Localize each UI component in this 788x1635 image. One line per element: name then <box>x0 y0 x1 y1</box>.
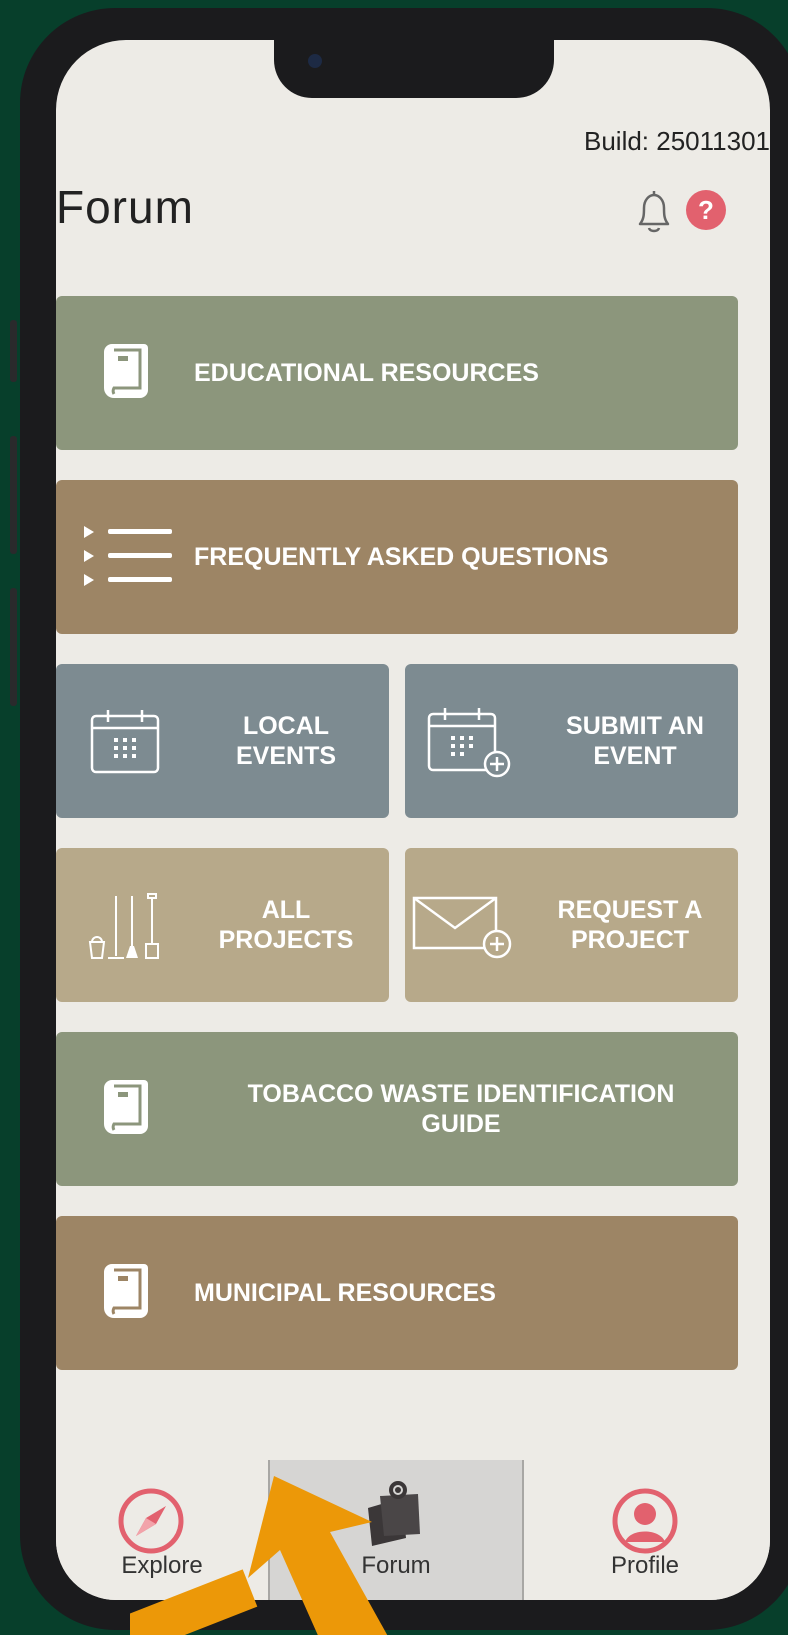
camera <box>308 54 322 68</box>
local-events-line1: LOCAL <box>242 712 330 740</box>
build-number: Build: 25011301 <box>583 126 770 156</box>
bell-icon[interactable] <box>632 188 676 236</box>
all-projects-line2: PROJECTS <box>218 926 354 954</box>
local-events-label: LOCAL EVENTS <box>206 711 366 771</box>
local-events-line2: EVENTS <box>235 742 337 770</box>
volume-down-button <box>10 588 17 706</box>
request-project-label: REQUEST A PROJECT <box>535 895 725 955</box>
annotation-arrow <box>130 1476 388 1635</box>
request-project-line1: REQUEST A <box>557 896 703 924</box>
user-circle-icon <box>612 1488 678 1554</box>
book-icon <box>104 1080 148 1134</box>
educational-resources-label: EDUCATIONAL RESOURCES <box>194 359 539 387</box>
request-project-button[interactable]: REQUEST A PROJECT <box>405 848 738 1002</box>
all-projects-label: ALL PROJECTS <box>206 895 366 955</box>
municipal-resources-label: MUNICIPAL RESOURCES <box>194 1279 496 1307</box>
help-icon[interactable]: ? <box>686 190 726 230</box>
volume-up-button <box>10 436 17 554</box>
app-screen: Build: 25011301 Forum ? EDUCATIONAL RESO… <box>56 40 770 1600</box>
request-project-line2: PROJECT <box>570 926 690 954</box>
calendar-icon <box>90 710 160 774</box>
silent-switch <box>10 320 17 382</box>
all-projects-line1: ALL <box>261 896 311 924</box>
calendar-add-icon <box>427 708 511 778</box>
all-projects-button[interactable]: ALL PROJECTS <box>56 848 389 1002</box>
submit-event-line1: SUBMIT AN <box>566 712 704 740</box>
book-icon <box>104 1264 148 1318</box>
envelope-add-icon <box>412 896 512 959</box>
educational-resources-button[interactable]: EDUCATIONAL RESOURCES <box>56 296 738 450</box>
tobacco-line1: TOBACCO WASTE IDENTIFICATION <box>247 1080 675 1108</box>
local-events-button[interactable]: LOCAL EVENTS <box>56 664 389 818</box>
nav-profile-label: Profile <box>610 1552 680 1579</box>
list-icon <box>84 526 172 586</box>
submit-event-line2: EVENT <box>593 742 677 770</box>
book-icon <box>104 344 148 398</box>
tobacco-line2: GUIDE <box>421 1110 501 1138</box>
tobacco-guide-label: TOBACCO WASTE IDENTIFICATION GUIDE <box>186 1079 736 1139</box>
page-title: Forum <box>56 181 194 233</box>
submit-event-label: SUBMIT AN EVENT <box>545 711 725 771</box>
tobacco-guide-button[interactable]: TOBACCO WASTE IDENTIFICATION GUIDE <box>56 1032 738 1186</box>
faq-label: FREQUENTLY ASKED QUESTIONS <box>194 543 609 571</box>
faq-button[interactable]: FREQUENTLY ASKED QUESTIONS <box>56 480 738 634</box>
municipal-resources-button[interactable]: MUNICIPAL RESOURCES <box>56 1216 738 1370</box>
notch <box>274 40 554 98</box>
nav-profile[interactable]: Profile <box>520 1460 770 1600</box>
submit-event-button[interactable]: SUBMIT AN EVENT <box>405 664 738 818</box>
cleaning-tools-icon <box>88 893 159 959</box>
